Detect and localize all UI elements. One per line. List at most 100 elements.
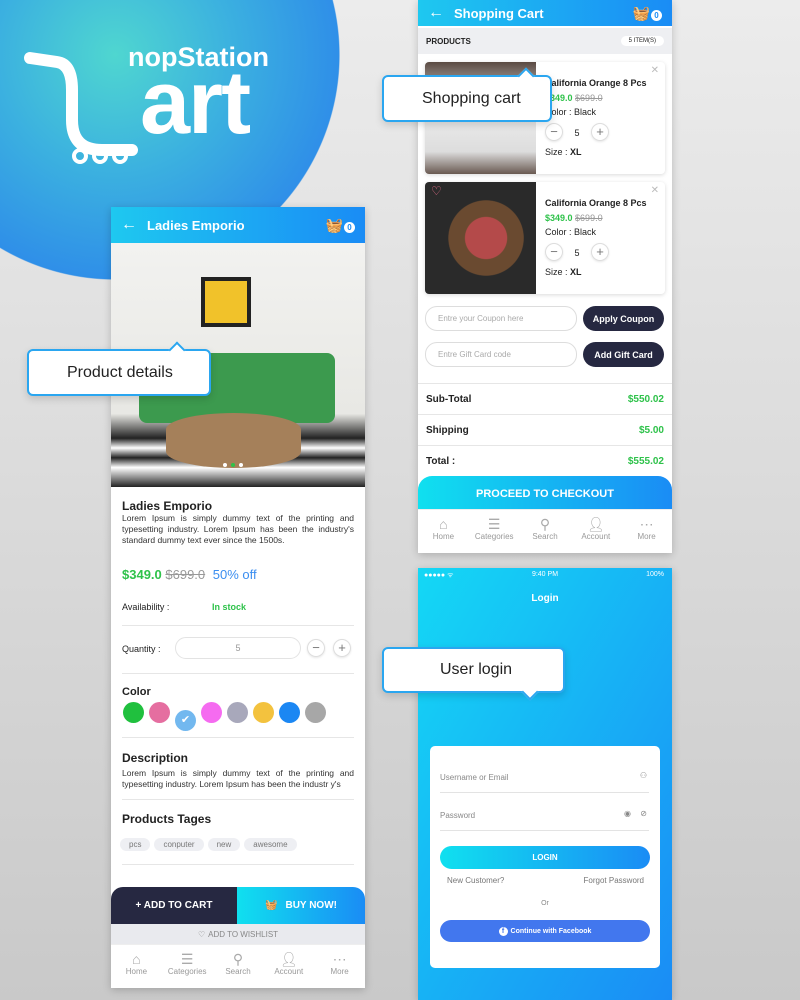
size-label: Size : (545, 267, 568, 277)
nav-label: Search (225, 967, 251, 976)
cart-count-badge: 0 (344, 221, 355, 233)
quantity-input[interactable]: 5 (175, 637, 301, 659)
nav-label: Account (274, 967, 304, 976)
apply-coupon-button[interactable]: Apply Coupon (583, 306, 664, 331)
password-placeholder: Password (440, 811, 476, 820)
image-pagination-dots[interactable] (223, 463, 243, 467)
user-icon: 👤︎ (586, 516, 605, 532)
callout-label: Shopping cart (422, 89, 521, 107)
nav-search[interactable]: ⚲ Search (520, 510, 571, 553)
nav-categories[interactable]: ☰ Categories (162, 945, 213, 988)
facebook-login-button[interactable]: f Continue with Facebook (440, 920, 650, 942)
quantity-increase-button[interactable]: + (333, 639, 351, 657)
nav-label: More (637, 532, 656, 541)
cart-icon[interactable]: 🧺 0 (633, 5, 662, 22)
buy-now-label: BUY NOW! (285, 900, 337, 911)
item-size: XL (570, 147, 582, 157)
tag-chip[interactable]: new (207, 838, 241, 851)
nav-more[interactable]: ⋯ More (314, 945, 365, 988)
search-icon: ⚲ (232, 951, 244, 967)
shipping-value: $5.00 (638, 424, 664, 436)
cart-item-image[interactable]: ♡ (425, 182, 536, 294)
item-size: XL (570, 267, 582, 277)
nav-search[interactable]: ⚲ Search (213, 945, 264, 988)
nav-home[interactable]: ⌂ Home (418, 510, 469, 553)
heart-icon[interactable]: ♡ (431, 184, 442, 198)
total-row: Total : $555.02 (418, 445, 672, 476)
item-color: Color : Black (545, 107, 597, 117)
item-qty: 5 (574, 128, 580, 138)
login-form: Username or Email ⚇ Password ◉ ⊘ LOGIN New … (430, 746, 660, 968)
coupon-input[interactable]: Entre your Coupon here (425, 306, 577, 331)
buy-now-button[interactable]: 🧺 BUY NOW! (237, 887, 365, 924)
color-swatch[interactable] (305, 702, 326, 723)
add-gift-card-button[interactable]: Add Gift Card (583, 342, 664, 367)
user-icon: ⚇ (639, 771, 647, 780)
nav-account[interactable]: 👤︎ Account (263, 945, 314, 988)
color-swatch[interactable]: ✔ (175, 710, 196, 731)
remove-item-icon[interactable]: ✕ (651, 65, 659, 76)
cart-icon[interactable]: 🧺 0 (326, 217, 355, 234)
item-color: Color : Black (545, 227, 597, 237)
nav-label: Home (432, 532, 455, 541)
nav-categories[interactable]: ☰ Categories (469, 510, 520, 553)
eye-icon[interactable]: ◉ (624, 809, 631, 818)
add-to-cart-button[interactable]: + ADD TO CART (111, 887, 237, 924)
login-title: Login (531, 593, 559, 604)
password-input[interactable]: Password ◉ ⊘ (440, 809, 649, 831)
callout-label: Product details (67, 363, 173, 381)
color-swatch[interactable] (123, 702, 144, 723)
bottom-nav: ⌂ Home ☰ Categories ⚲ Search 👤︎ Account ⋯ Mor… (111, 944, 365, 988)
color-swatch[interactable] (253, 702, 274, 723)
eye-off-icon[interactable]: ⊘ (640, 809, 647, 818)
qty-increase-button[interactable]: + (591, 243, 610, 261)
forgot-password-link[interactable]: Forgot Password (584, 876, 644, 885)
nav-home[interactable]: ⌂ Home (111, 945, 162, 988)
remove-item-icon[interactable]: ✕ (651, 185, 659, 196)
color-swatch[interactable] (149, 702, 170, 723)
subtotal-label: Sub-Total (426, 393, 472, 405)
proceed-to-checkout-button[interactable]: PROCEED TO CHECKOUT (418, 476, 672, 512)
status-battery: 100% (646, 571, 664, 578)
nav-label: More (330, 967, 349, 976)
user-icon: 👤︎ (279, 951, 298, 967)
description-title: Description (122, 751, 189, 765)
tag-chip[interactable]: conputer (154, 838, 204, 851)
logo-cart-text: art (140, 53, 251, 153)
username-placeholder: Username or Email (440, 773, 509, 782)
username-input[interactable]: Username or Email ⚇ (440, 771, 649, 793)
basket-icon: 🧺 (265, 900, 278, 911)
tag-chip[interactable]: awesome (244, 838, 297, 851)
back-arrow-icon[interactable]: ← (428, 4, 444, 22)
quantity-decrease-button[interactable]: − (307, 639, 325, 657)
nav-label: Account (581, 532, 611, 541)
heart-icon: ♡ (197, 929, 206, 939)
menu-icon: ☰ (487, 516, 501, 532)
nav-more[interactable]: ⋯ More (621, 510, 672, 553)
color-swatch[interactable] (227, 702, 248, 723)
back-arrow-icon[interactable]: ← (121, 216, 137, 234)
tags-list: pcs conputer new awesome (120, 834, 301, 852)
item-old-price: $699.0 (575, 213, 603, 223)
nav-label: Categories (167, 967, 207, 976)
product-old-price: $699.0 (165, 567, 206, 582)
color-swatch[interactable] (279, 702, 300, 723)
gift-card-input[interactable]: Entre Gift Card code (425, 342, 577, 367)
callout-label: User login (440, 661, 513, 678)
login-screen: ●●●●● ᯤ 9:40 PM 100% Login Username or E… (418, 568, 672, 1000)
tag-chip[interactable]: pcs (120, 838, 151, 851)
color-label: Color (122, 686, 151, 698)
total-label: Total : (426, 455, 456, 467)
qty-increase-button[interactable]: + (591, 123, 610, 141)
add-to-wishlist-button[interactable]: ♡ ADD TO WISHLIST (111, 924, 365, 944)
home-icon: ⌂ (132, 951, 141, 967)
item-name: California Orange 8 Pcs (545, 198, 647, 208)
nav-account[interactable]: 👤︎ Account (570, 510, 621, 553)
color-swatch[interactable] (201, 702, 222, 723)
new-customer-link[interactable]: New Customer? (447, 876, 504, 885)
product-price: $349.0 (122, 567, 162, 582)
callout-user-login: User login (382, 647, 565, 693)
qty-decrease-button[interactable]: − (545, 243, 563, 261)
login-button[interactable]: LOGIN (440, 846, 650, 869)
qty-decrease-button[interactable]: − (545, 123, 563, 141)
